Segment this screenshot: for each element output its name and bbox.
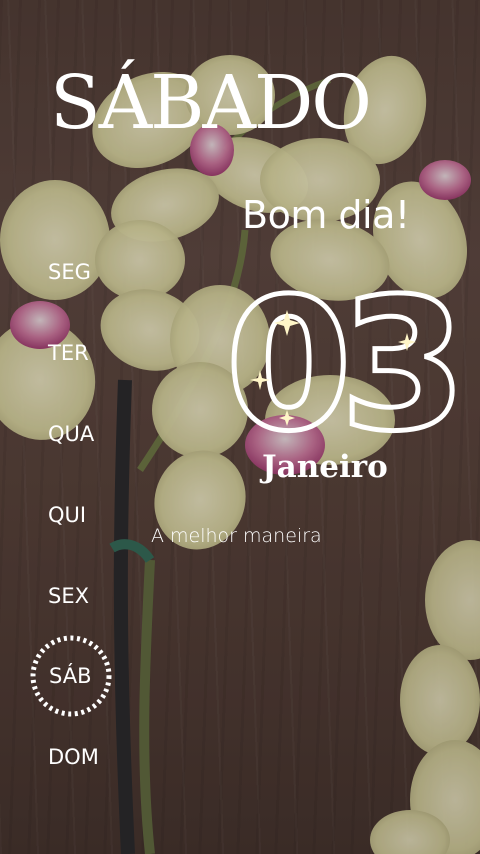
weekday-sex[interactable]: SEX (48, 586, 89, 607)
selected-day-ring (30, 635, 112, 717)
weekday-seg[interactable]: SEG (48, 262, 91, 283)
weekday-dom[interactable]: DOM (48, 747, 99, 768)
date-number-text: 03 (225, 278, 454, 448)
greeting-text: Bom dia! (242, 193, 410, 237)
weekday-ter[interactable]: TER (48, 343, 89, 364)
weekday-qui[interactable]: QUI (48, 505, 86, 526)
date-number: 03 (223, 278, 468, 448)
month-label: Janeiro (262, 449, 388, 485)
weekday-qua[interactable]: QUA (48, 424, 94, 445)
weekday-title: SÁBADO (50, 60, 372, 146)
tagline-text: A melhor maneira (151, 525, 322, 547)
